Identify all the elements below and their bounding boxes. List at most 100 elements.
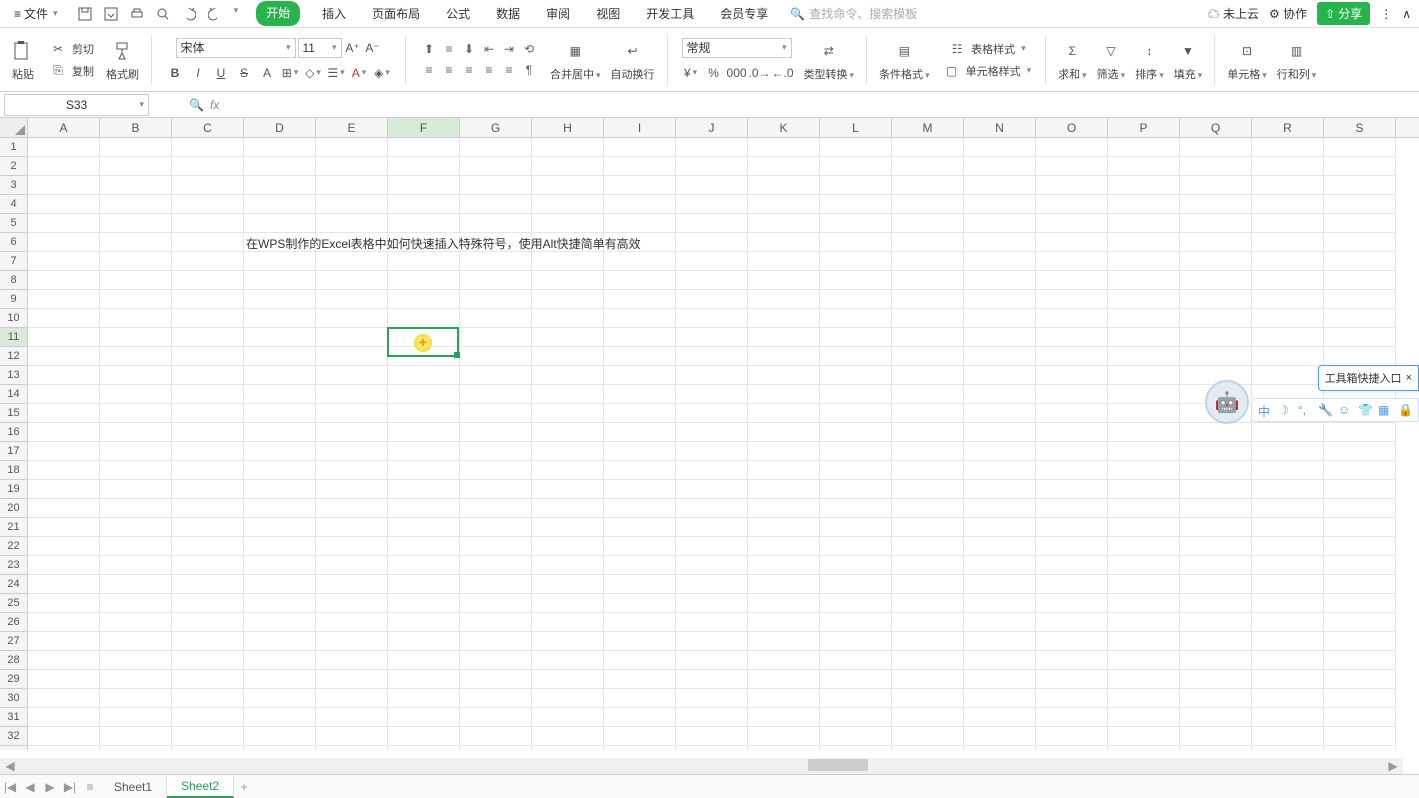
cell[interactable] [28, 499, 100, 518]
cell[interactable] [604, 556, 676, 575]
cell[interactable] [676, 214, 748, 233]
cell[interactable] [676, 271, 748, 290]
row-header-28[interactable]: 28 [0, 651, 28, 670]
cell[interactable] [1036, 575, 1108, 594]
cell[interactable] [244, 632, 316, 651]
cell[interactable] [964, 271, 1036, 290]
qat-more-icon[interactable]: ▾ [234, 5, 239, 23]
cell[interactable] [964, 290, 1036, 309]
col-header-I[interactable]: I [604, 118, 676, 137]
cell[interactable] [172, 480, 244, 499]
cell[interactable] [676, 518, 748, 537]
cell[interactable] [964, 518, 1036, 537]
cell[interactable] [1252, 670, 1324, 689]
row-header-22[interactable]: 22 [0, 537, 28, 556]
cell[interactable] [820, 366, 892, 385]
cell[interactable] [676, 727, 748, 746]
cell[interactable] [172, 746, 244, 750]
cell[interactable] [1324, 537, 1396, 556]
cell[interactable] [28, 157, 100, 176]
cell[interactable] [1036, 613, 1108, 632]
cell[interactable] [748, 746, 820, 750]
cell[interactable] [100, 480, 172, 499]
cell[interactable] [1324, 271, 1396, 290]
cell[interactable] [532, 632, 604, 651]
cell[interactable] [1252, 366, 1324, 385]
cell[interactable] [532, 556, 604, 575]
cell[interactable] [100, 138, 172, 157]
cell[interactable] [604, 309, 676, 328]
assistant-avatar[interactable]: 🤖 [1205, 380, 1249, 424]
cell[interactable] [1252, 138, 1324, 157]
cell[interactable] [100, 252, 172, 271]
row-header-29[interactable]: 29 [0, 670, 28, 689]
cell[interactable] [1108, 727, 1180, 746]
cell[interactable] [964, 176, 1036, 195]
cell[interactable] [1324, 328, 1396, 347]
cell[interactable] [532, 480, 604, 499]
cell[interactable] [820, 499, 892, 518]
cell[interactable] [748, 499, 820, 518]
cell[interactable] [1252, 195, 1324, 214]
cell[interactable] [1252, 271, 1324, 290]
cell[interactable] [1108, 138, 1180, 157]
moon-icon[interactable]: ☽ [1278, 403, 1292, 417]
cell[interactable] [1036, 499, 1108, 518]
cell[interactable] [1036, 195, 1108, 214]
col-header-E[interactable]: E [316, 118, 388, 137]
cell[interactable] [1252, 708, 1324, 727]
cell[interactable] [100, 385, 172, 404]
cell[interactable] [532, 290, 604, 309]
cell[interactable] [604, 138, 676, 157]
redo-icon[interactable] [206, 5, 224, 23]
cell[interactable] [100, 404, 172, 423]
cell[interactable] [28, 347, 100, 366]
cell[interactable] [892, 727, 964, 746]
cell[interactable] [244, 594, 316, 613]
cell[interactable] [1180, 252, 1252, 271]
cell[interactable] [964, 461, 1036, 480]
cell[interactable] [316, 689, 388, 708]
close-icon[interactable]: × [1406, 372, 1412, 384]
cell[interactable] [820, 708, 892, 727]
cell[interactable] [388, 252, 460, 271]
cell[interactable] [316, 366, 388, 385]
cell[interactable] [388, 385, 460, 404]
cell[interactable] [1036, 385, 1108, 404]
cell[interactable] [964, 252, 1036, 271]
row-header-13[interactable]: 13 [0, 366, 28, 385]
cell[interactable] [28, 233, 100, 252]
cell[interactable] [964, 385, 1036, 404]
cell[interactable] [1180, 537, 1252, 556]
row-header-12[interactable]: 12 [0, 347, 28, 366]
cell[interactable] [316, 556, 388, 575]
undo-icon[interactable] [180, 5, 198, 23]
clear-format-button[interactable]: ◈▾ [373, 64, 391, 82]
cell[interactable] [100, 670, 172, 689]
cell[interactable] [460, 499, 532, 518]
cell[interactable] [388, 480, 460, 499]
row-header-15[interactable]: 15 [0, 404, 28, 423]
align-top-icon[interactable]: ⬆ [420, 41, 438, 57]
cell[interactable] [100, 290, 172, 309]
cell[interactable] [820, 594, 892, 613]
row-header-2[interactable]: 2 [0, 157, 28, 176]
border-button[interactable]: ⊞▾ [281, 64, 299, 82]
cell[interactable] [532, 252, 604, 271]
cell[interactable] [964, 537, 1036, 556]
cell[interactable] [820, 195, 892, 214]
cell[interactable] [388, 556, 460, 575]
cell[interactable] [28, 252, 100, 271]
cell[interactable] [1108, 518, 1180, 537]
cell[interactable] [1108, 746, 1180, 750]
cell[interactable] [892, 651, 964, 670]
cell[interactable] [1324, 575, 1396, 594]
cell[interactable] [100, 746, 172, 750]
cell[interactable] [604, 442, 676, 461]
col-header-F[interactable]: F [388, 118, 460, 137]
cell[interactable] [100, 613, 172, 632]
cell[interactable] [316, 670, 388, 689]
cell[interactable] [604, 689, 676, 708]
cell[interactable] [244, 556, 316, 575]
cell[interactable] [28, 442, 100, 461]
